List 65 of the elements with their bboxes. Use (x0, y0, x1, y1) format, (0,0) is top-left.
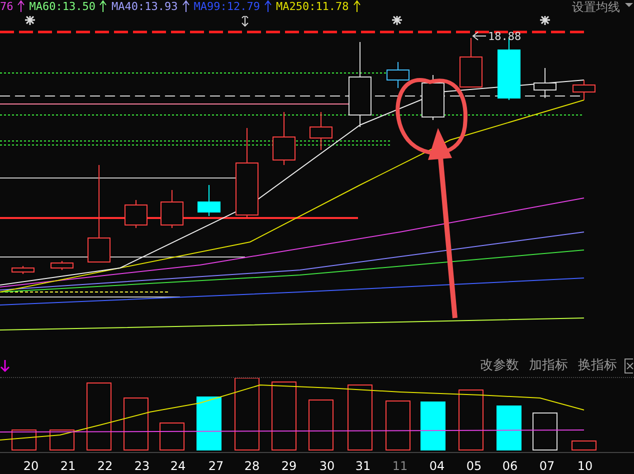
candlestick (124, 200, 148, 228)
volume-bar (50, 430, 74, 450)
date-label: 24 (169, 458, 187, 474)
date-label: 21 (59, 458, 77, 474)
volume-bar (86, 382, 112, 450)
moving-average-value: MA99:12.79 (194, 0, 260, 14)
volume-bar (12, 430, 36, 450)
date-label: 11 (391, 458, 409, 474)
candlestick (12, 266, 34, 274)
date-label: 30 (318, 458, 336, 474)
indicator-button[interactable]: 换指标 (575, 356, 620, 376)
volume-bar (386, 400, 410, 450)
date-label: 06 (501, 458, 519, 474)
candlestick (50, 260, 74, 270)
volume-bar (272, 382, 296, 450)
candlestick (160, 190, 184, 228)
volume-bar (196, 396, 222, 450)
date-label: 04 (428, 458, 446, 474)
candlestick (572, 80, 596, 100)
star-icon (540, 16, 550, 25)
candlestick (386, 62, 410, 88)
moving-average-value: MA250:11.78 (276, 0, 349, 14)
candlestick (272, 112, 296, 166)
up-arrow-icon (99, 0, 108, 12)
indicator-button[interactable]: 改参数 (477, 356, 522, 376)
ma-settings-dropdown[interactable]: 设置均线 (572, 0, 620, 14)
date-label: 22 (96, 458, 114, 474)
star-icon (25, 16, 35, 25)
candlestick (198, 184, 220, 216)
date-label: 07 (538, 458, 556, 474)
moving-average-value: MA40:13.93 (111, 0, 178, 14)
up-down-arrow-icon (242, 16, 248, 27)
volume-bar (160, 422, 184, 450)
date-label: 29 (280, 458, 298, 474)
date-label: 23 (133, 458, 151, 474)
volume-bar (124, 398, 148, 450)
candlestick (534, 68, 556, 98)
pointer-arrow-icon (472, 32, 486, 40)
down-arrow-icon (0, 359, 10, 373)
volume-bar (532, 412, 558, 450)
date-label: 31 (354, 458, 372, 474)
volume-bar (348, 384, 372, 450)
volume-bar (458, 390, 484, 450)
up-arrow-icon (352, 0, 361, 12)
volume-bar (496, 406, 522, 450)
date-label: 20 (22, 458, 40, 474)
moving-average-value: 76 (0, 0, 14, 14)
indicator-button[interactable]: 加指标 (526, 356, 571, 376)
volume-bar (572, 440, 596, 450)
moving-average-value: MA60:13.50 (29, 0, 96, 14)
date-label: 27 (207, 458, 225, 474)
candlestick (310, 112, 332, 150)
volume-bar (420, 402, 446, 450)
close-icon[interactable] (624, 358, 634, 374)
price-label: 18.88 (488, 30, 522, 43)
date-label: 28 (243, 458, 261, 474)
volume-bar (308, 400, 334, 450)
up-arrow-icon (182, 0, 190, 12)
candlestick (460, 38, 482, 88)
date-label: 05 (465, 458, 483, 474)
candlestick (422, 74, 444, 120)
star-icon (392, 16, 402, 25)
up-arrow-icon (17, 0, 26, 12)
up-arrow-icon (264, 0, 272, 12)
date-label: 10 (576, 458, 594, 474)
